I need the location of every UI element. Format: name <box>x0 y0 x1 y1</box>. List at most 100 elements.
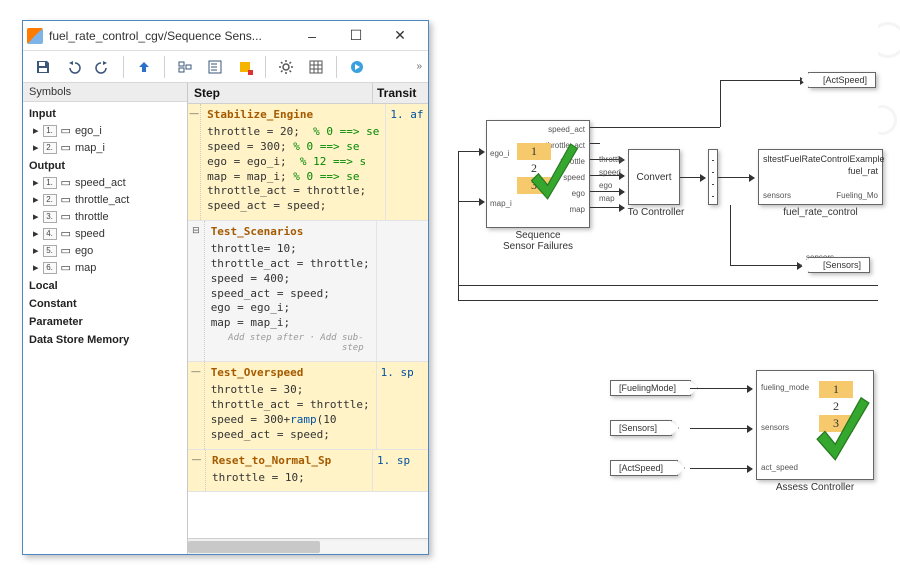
horizontal-scrollbar[interactable] <box>188 538 428 554</box>
window-title: fuel_rate_control_cgv/Sequence Sens... <box>49 29 290 43</box>
step-gutter-icon: — <box>188 362 205 448</box>
block-fuel-rate-control[interactable]: sltestFuelRateControlExample fuel_rat se… <box>758 149 883 205</box>
from-sensors[interactable]: [Sensors] <box>610 420 672 436</box>
sym-map_i[interactable]: ▸ 2. ▭ map_i <box>23 139 187 156</box>
sym-throttle[interactable]: ▸ 3. ▭ throttle <box>23 208 187 225</box>
signal-line <box>458 201 484 202</box>
torn-edge-right <box>878 0 900 588</box>
symbols-list[interactable]: Input ▸ 1. ▭ ego_i ▸ 2. ▭ map_i Output ▸… <box>23 102 187 554</box>
iobox-icon: ▭ <box>61 261 71 274</box>
goto-sensors[interactable]: [Sensors] <box>808 257 870 273</box>
signal-line <box>458 151 459 301</box>
step-gutter-icon: — <box>188 104 201 220</box>
signal-line <box>690 468 752 469</box>
step-code: throttle = 20; % 0 ==> se speed = 300; %… <box>207 125 379 214</box>
block-to-controller[interactable]: Convert throttle speed ego map <box>628 149 680 205</box>
iobox-icon: ▭ <box>61 141 71 154</box>
from-fuelingmode[interactable]: [FuelingMode] <box>610 380 691 396</box>
toolbar: » <box>23 51 428 83</box>
iobox-icon: ▭ <box>61 227 71 240</box>
iobox-icon: ▭ <box>61 124 71 137</box>
symbols-icon[interactable] <box>201 54 229 80</box>
sym-throttle_act[interactable]: ▸ 2. ▭ throttle_act <box>23 191 187 208</box>
cat-parameter: Parameter <box>23 312 187 330</box>
col-step: Step <box>188 83 372 103</box>
window-buttons: – ☐ ✕ <box>290 22 422 50</box>
signal-line <box>458 151 484 152</box>
signal-line <box>590 191 624 192</box>
iobox-icon: ▭ <box>61 210 71 223</box>
gear-icon[interactable] <box>272 54 300 80</box>
signal-line <box>458 285 878 286</box>
steps-scroll[interactable]: — Stabilize_Engine throttle = 20; % 0 ==… <box>188 104 428 538</box>
step-reset-normal[interactable]: — Reset_to_Normal_Sp throttle = 10; 1. s… <box>188 450 428 493</box>
cat-output: Output <box>23 156 187 174</box>
minimize-button[interactable]: – <box>290 22 334 50</box>
torn-edge-bottom <box>0 570 900 588</box>
steps-pane: Step Transit — Stabilize_Engine throttle… <box>188 83 428 554</box>
step-transition[interactable] <box>376 221 428 361</box>
titlebar: fuel_rate_control_cgv/Sequence Sens... –… <box>23 21 428 51</box>
goto-actspeed[interactable]: [ActSpeed] <box>808 72 876 88</box>
signal-line <box>458 300 878 301</box>
sym-ego_i[interactable]: ▸ 1. ▭ ego_i <box>23 122 187 139</box>
overflow-chevron-icon[interactable]: » <box>416 61 422 72</box>
sym-ego[interactable]: ▸ 5. ▭ ego <box>23 242 187 259</box>
cat-input: Input <box>23 104 187 122</box>
iobox-icon: ▭ <box>61 193 71 206</box>
signal-line <box>690 428 752 429</box>
signal-line <box>730 205 731 265</box>
signal-line <box>720 80 730 81</box>
step-code: throttle = 30; throttle_act = throttle; … <box>211 383 370 442</box>
symbols-pane: Symbols Input ▸ 1. ▭ ego_i ▸ 2. ▭ map_i … <box>23 83 188 554</box>
cat-constant: Constant <box>23 294 187 312</box>
steps-header: Step Transit <box>188 83 428 104</box>
undo-icon[interactable] <box>59 54 87 80</box>
cat-local: Local <box>23 276 187 294</box>
iobox-icon: ▭ <box>61 176 71 189</box>
run-icon[interactable] <box>343 54 371 80</box>
sym-map[interactable]: ▸ 6. ▭ map <box>23 259 187 276</box>
signal-line <box>720 80 721 127</box>
block-sequence-sensor-failures[interactable]: speed_act throttle_act throttle speed eg… <box>486 120 590 228</box>
maximize-button[interactable]: ☐ <box>334 22 378 50</box>
step-code: throttle= 10; throttle_act = throttle; s… <box>211 242 370 331</box>
signal-line <box>730 80 805 81</box>
iobox-icon: ▭ <box>61 244 71 257</box>
sym-speed_act[interactable]: ▸ 1. ▭ speed_act <box>23 174 187 191</box>
close-button[interactable]: ✕ <box>378 22 422 50</box>
signal-line <box>730 265 802 266</box>
redo-icon[interactable] <box>89 54 117 80</box>
cat-dsm: Data Store Memory <box>23 330 187 348</box>
model-diagram: [ActSpeed] speed_act throttle_act thrott… <box>450 55 885 545</box>
collapse-icon[interactable]: ⊟ <box>188 221 205 361</box>
col-transition: Transit <box>372 83 428 103</box>
sequence-editor-window: fuel_rate_control_cgv/Sequence Sens... –… <box>22 20 429 555</box>
step-transition[interactable]: 1. sp <box>376 362 428 448</box>
step-transition[interactable]: 1. sp <box>372 450 428 492</box>
step-stabilize-engine[interactable]: — Stabilize_Engine throttle = 20; % 0 ==… <box>188 104 428 221</box>
from-actspeed[interactable]: [ActSpeed] <box>610 460 678 476</box>
step-code: throttle = 10; <box>212 471 366 486</box>
step-transition[interactable]: 1. af <box>385 104 428 220</box>
save-icon[interactable] <box>29 54 57 80</box>
grid-icon[interactable] <box>302 54 330 80</box>
signal-line <box>590 127 720 128</box>
add-step-hint[interactable]: Add step after · Add sub-step <box>211 331 370 355</box>
step-test-overspeed[interactable]: — Test_Overspeed throttle = 30; throttle… <box>188 362 428 449</box>
step-test-scenarios[interactable]: ⊟ Test_Scenarios throttle= 10; throttle_… <box>188 221 428 362</box>
highlight-icon[interactable] <box>231 54 259 80</box>
inputs-icon[interactable] <box>171 54 199 80</box>
editor-body: Symbols Input ▸ 1. ▭ ego_i ▸ 2. ▭ map_i … <box>23 83 428 554</box>
block-label: fuel_rate_control <box>758 207 883 218</box>
block-label: To Controller <box>618 207 694 218</box>
step-gutter-icon: — <box>188 450 206 492</box>
go-up-icon[interactable] <box>130 54 158 80</box>
block-label: Assess Controller <box>756 482 874 493</box>
block-bus-creator[interactable] <box>708 149 718 205</box>
sym-speed[interactable]: ▸ 4. ▭ speed <box>23 225 187 242</box>
symbols-title: Symbols <box>23 83 187 102</box>
check-icon <box>527 137 582 218</box>
check-icon <box>812 393 874 478</box>
block-assess-controller[interactable]: fueling_mode sensors act_speed 123 <box>756 370 874 480</box>
